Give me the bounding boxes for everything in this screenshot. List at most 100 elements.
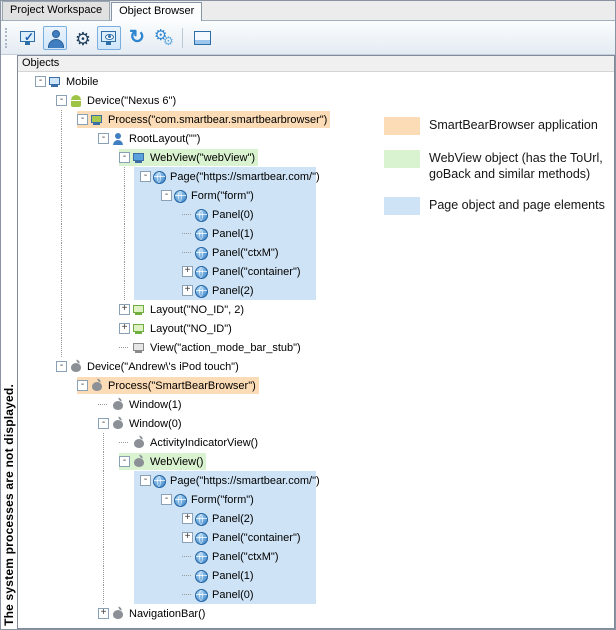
tree-item[interactable]: +Panel(2) — [18, 281, 614, 300]
gear-icon: ⚙ — [71, 27, 93, 49]
tree-indent-guide — [56, 110, 77, 129]
gears-button[interactable]: ⚙⚙ — [151, 26, 175, 50]
tree-indent-guide — [119, 490, 140, 509]
tree-item-label: Panel(1) — [211, 570, 254, 582]
tree-indent-guide — [77, 585, 98, 604]
tree-indent-guide — [77, 414, 98, 433]
tree-indent-guide — [77, 471, 98, 490]
tree-item-label: Panel(0) — [211, 589, 254, 601]
tree-indent-guide — [77, 528, 98, 547]
tree-item[interactable]: - WebView() — [18, 452, 614, 471]
tree-indent-guide — [98, 528, 119, 547]
tree-item[interactable]: -Mobile — [18, 72, 614, 91]
expand-toggle[interactable]: + — [182, 285, 193, 296]
apple-icon — [111, 398, 125, 412]
tree-indent-guide — [140, 262, 161, 281]
tree-indent-guide — [77, 148, 98, 167]
tree-item[interactable]: -Process("SmartBearBrowser") — [18, 376, 614, 395]
tree-item-label: Panel("container") — [211, 266, 301, 278]
tree-indent-guide — [161, 205, 182, 224]
tree-item[interactable]: -Device("Nexus 6") — [18, 91, 614, 110]
tree-item-label: RootLayout("") — [128, 133, 200, 145]
tree-indent-guide — [119, 528, 140, 547]
expand-toggle[interactable]: + — [182, 532, 193, 543]
user-icon — [44, 27, 66, 49]
apple-icon — [69, 360, 83, 374]
tree-indent-guide — [77, 604, 98, 623]
expand-toggle[interactable]: + — [98, 608, 109, 619]
collapse-toggle[interactable]: - — [56, 95, 67, 106]
tree-indent-guide — [161, 224, 182, 243]
tree-item[interactable]: +Layout("NO_ID") — [18, 319, 614, 338]
tab-object-browser[interactable]: Object Browser — [111, 2, 202, 21]
collapse-toggle[interactable]: - — [161, 494, 172, 505]
collapse-toggle[interactable]: - — [98, 133, 109, 144]
tree-item[interactable]: -Page("https://smartbear.com/") — [18, 471, 614, 490]
tree-indent-guide — [140, 585, 161, 604]
legend-swatch — [384, 197, 420, 215]
tree-indent-guide — [77, 566, 98, 585]
tree-item[interactable]: Window(1) — [18, 395, 614, 414]
tree-item[interactable]: -Device("Andrew\'s iPod touch") — [18, 357, 614, 376]
monitor-check-button[interactable]: ✓ — [16, 26, 40, 50]
tree-item[interactable]: +Panel("container") — [18, 528, 614, 547]
collapse-toggle[interactable]: - — [77, 380, 88, 391]
tree-item[interactable]: Panel("ctxM") — [18, 547, 614, 566]
collapse-toggle[interactable]: - — [35, 76, 46, 87]
leaf-connector — [182, 566, 193, 585]
gear-button[interactable]: ⚙ — [70, 26, 94, 50]
tree-indent-guide — [119, 566, 140, 585]
tree-indent-guide — [56, 338, 77, 357]
collapse-toggle[interactable]: - — [161, 190, 172, 201]
tree-indent-guide — [140, 243, 161, 262]
tree-item-label: WebView() — [149, 456, 203, 468]
tree-item[interactable]: +NavigationBar() — [18, 604, 614, 623]
expand-toggle[interactable]: + — [119, 323, 130, 334]
refresh-button[interactable]: ↻ — [124, 26, 148, 50]
tree-indent-guide — [77, 490, 98, 509]
globe-icon — [195, 589, 208, 602]
tree-indent-guide — [140, 281, 161, 300]
panel-window-button[interactable] — [190, 26, 214, 50]
collapse-toggle[interactable]: - — [119, 456, 130, 467]
tree-indent-guide — [35, 110, 56, 129]
apple-icon — [111, 417, 125, 431]
gears-icon: ⚙⚙ — [152, 27, 174, 49]
tree-indent-guide — [77, 338, 98, 357]
tree-indent-guide — [119, 167, 140, 186]
collapse-toggle[interactable]: - — [140, 475, 151, 486]
expand-toggle[interactable]: + — [182, 266, 193, 277]
tree-indent-guide — [35, 452, 56, 471]
globe-icon — [195, 570, 208, 583]
object-tree[interactable]: -Mobile-Device("Nexus 6")-Process("com.s… — [18, 72, 614, 628]
tree-item[interactable]: Panel(0) — [18, 585, 614, 604]
collapse-toggle[interactable]: - — [56, 361, 67, 372]
tree-item[interactable]: Panel("ctxM") — [18, 243, 614, 262]
tree-item[interactable]: Panel(1) — [18, 566, 614, 585]
tree-item[interactable]: ActivityIndicatorView() — [18, 433, 614, 452]
view-icon — [132, 341, 146, 355]
tree-item[interactable]: View("action_mode_bar_stub") — [18, 338, 614, 357]
tree-indent-guide — [98, 338, 119, 357]
collapse-toggle[interactable]: - — [140, 171, 151, 182]
collapse-toggle[interactable]: - — [119, 152, 130, 163]
expand-toggle[interactable]: + — [119, 304, 130, 315]
collapse-toggle[interactable]: - — [77, 114, 88, 125]
tree-indent-guide — [35, 566, 56, 585]
tree-item[interactable]: -Window(0) — [18, 414, 614, 433]
tree-item[interactable]: +Layout("NO_ID", 2) — [18, 300, 614, 319]
user-button[interactable] — [43, 26, 67, 50]
tab-project-workspace[interactable]: Project Workspace — [2, 1, 110, 20]
tree-indent-guide — [35, 148, 56, 167]
legend-item: SmartBearBrowser application — [384, 117, 614, 135]
tree-indent-guide — [35, 281, 56, 300]
tree-indent-guide — [140, 547, 161, 566]
tree-item-label: Window(1) — [128, 399, 182, 411]
tree-item[interactable]: Panel(1) — [18, 224, 614, 243]
tree-item[interactable]: + Panel("container") — [18, 262, 614, 281]
expand-toggle[interactable]: + — [182, 513, 193, 524]
collapse-toggle[interactable]: - — [98, 418, 109, 429]
tree-item[interactable]: +Panel(2) — [18, 509, 614, 528]
monitor-eye-button[interactable] — [97, 26, 121, 50]
tree-item[interactable]: -Form("form") — [18, 490, 614, 509]
